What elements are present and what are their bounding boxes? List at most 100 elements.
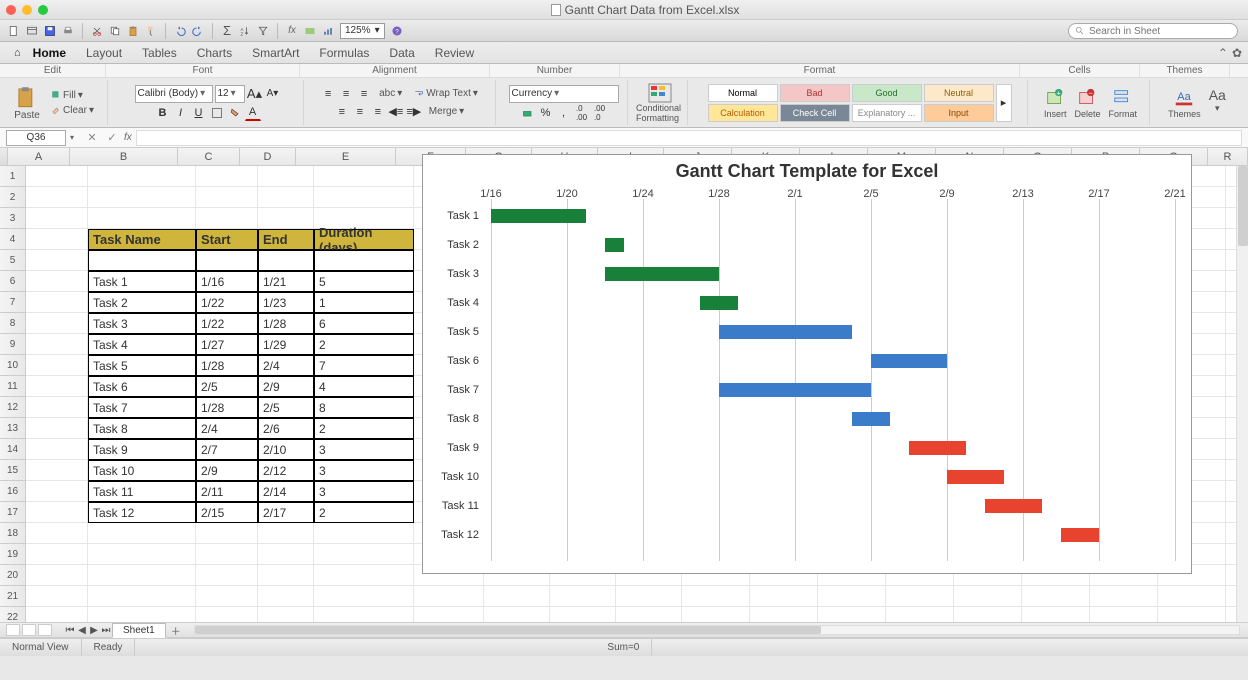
- decrease-font-icon[interactable]: A▾: [265, 86, 281, 102]
- wrap-text-button[interactable]: Wrap Text▾: [409, 86, 483, 101]
- row-header-16[interactable]: 16: [0, 481, 25, 502]
- table-cell[interactable]: 2: [314, 334, 414, 355]
- enter-formula-icon[interactable]: ✓: [104, 130, 120, 146]
- table-cell[interactable]: 1/22: [196, 292, 258, 313]
- style-good[interactable]: Good: [852, 84, 922, 102]
- row-header-22[interactable]: 22: [0, 607, 25, 622]
- table-cell[interactable]: 6: [314, 313, 414, 334]
- table-cell[interactable]: 1/28: [196, 397, 258, 418]
- tab-smartart[interactable]: SmartArt: [242, 42, 309, 64]
- table-cell[interactable]: 2/14: [258, 481, 314, 502]
- row-header-20[interactable]: 20: [0, 565, 25, 586]
- underline-button[interactable]: U: [191, 105, 207, 121]
- table-cell[interactable]: 2/5: [196, 376, 258, 397]
- borders-button[interactable]: [209, 105, 225, 121]
- row-header-21[interactable]: 21: [0, 586, 25, 607]
- table-cell[interactable]: 1/16: [196, 271, 258, 292]
- copy-icon[interactable]: [107, 23, 123, 39]
- search-box[interactable]: [1068, 23, 1238, 39]
- orientation-button[interactable]: abc▾: [374, 86, 407, 101]
- sheet-tab[interactable]: Sheet1: [112, 623, 166, 638]
- zoom-window-icon[interactable]: [38, 5, 48, 15]
- close-window-icon[interactable]: [6, 5, 16, 15]
- table-cell[interactable]: 1/27: [196, 334, 258, 355]
- table-cell[interactable]: Task 7: [88, 397, 196, 418]
- save-icon[interactable]: [42, 23, 58, 39]
- tab-review[interactable]: Review: [425, 42, 484, 64]
- table-cell[interactable]: 1/29: [258, 334, 314, 355]
- tab-data[interactable]: Data: [379, 42, 424, 64]
- filter-icon[interactable]: [255, 23, 271, 39]
- vertical-scrollbar[interactable]: [1236, 166, 1248, 622]
- tab-layout[interactable]: Layout: [76, 42, 132, 64]
- fx-icon[interactable]: fx: [124, 132, 132, 143]
- row-header-18[interactable]: 18: [0, 523, 25, 544]
- table-cell[interactable]: 2/7: [196, 439, 258, 460]
- align-left-icon[interactable]: ≡: [334, 104, 350, 120]
- row-header-13[interactable]: 13: [0, 418, 25, 439]
- style-explanatory-[interactable]: Explanatory ...: [852, 104, 922, 122]
- number-format-combo[interactable]: Currency▾: [509, 85, 619, 103]
- select-all-corner[interactable]: [0, 148, 8, 165]
- table-cell[interactable]: 5: [314, 271, 414, 292]
- table-cell[interactable]: 2/12: [258, 460, 314, 481]
- row-header-17[interactable]: 17: [0, 502, 25, 523]
- currency-button[interactable]: [520, 105, 536, 121]
- align-middle-icon[interactable]: ≡: [338, 86, 354, 102]
- style-check-cell[interactable]: Check Cell: [780, 104, 850, 122]
- row-header-6[interactable]: 6: [0, 271, 25, 292]
- table-cell[interactable]: Task 8: [88, 418, 196, 439]
- styles-more-icon[interactable]: ▸: [996, 84, 1012, 122]
- show-formulas-icon[interactable]: fx: [284, 23, 300, 39]
- font-color-button[interactable]: A: [245, 105, 261, 121]
- bold-button[interactable]: B: [155, 105, 171, 121]
- paste-icon[interactable]: [125, 23, 141, 39]
- table-cell[interactable]: Task 10: [88, 460, 196, 481]
- col-header-B[interactable]: B: [70, 148, 178, 165]
- tab-tables[interactable]: Tables: [132, 42, 187, 64]
- table-cell[interactable]: 2/9: [196, 460, 258, 481]
- table-cell[interactable]: 2/15: [196, 502, 258, 523]
- style-neutral[interactable]: Neutral: [924, 84, 994, 102]
- table-cell[interactable]: 3: [314, 460, 414, 481]
- redo-icon[interactable]: [190, 23, 206, 39]
- col-header-E[interactable]: E: [296, 148, 396, 165]
- name-box-dropdown-icon[interactable]: ▾: [70, 133, 74, 142]
- delete-cells-button[interactable]: −Delete: [1074, 87, 1100, 119]
- table-cell[interactable]: 2/4: [258, 355, 314, 376]
- table-cell[interactable]: Task 6: [88, 376, 196, 397]
- tab-home[interactable]: Home: [23, 42, 76, 64]
- autosum-icon[interactable]: Σ: [219, 23, 235, 39]
- table-cell[interactable]: 8: [314, 397, 414, 418]
- file-icon[interactable]: [6, 23, 22, 39]
- cell-styles-gallery[interactable]: NormalBadGoodNeutralCalculationCheck Cel…: [708, 84, 994, 122]
- col-header-A[interactable]: A: [8, 148, 70, 165]
- toggle-icon[interactable]: [302, 23, 318, 39]
- style-calculation[interactable]: Calculation: [708, 104, 778, 122]
- table-header[interactable]: Task Name: [88, 229, 196, 250]
- font-size-combo[interactable]: 12▾: [215, 85, 245, 103]
- increase-indent-icon[interactable]: ≡▶: [406, 104, 422, 120]
- table-cell[interactable]: Task 9: [88, 439, 196, 460]
- table-cell[interactable]: 1/22: [196, 313, 258, 334]
- name-box[interactable]: Q36: [6, 130, 66, 146]
- tab-charts[interactable]: Charts: [187, 42, 242, 64]
- chart-icon[interactable]: [320, 23, 336, 39]
- merge-button[interactable]: Merge▾: [424, 104, 469, 119]
- col-header-R[interactable]: R: [1208, 148, 1248, 165]
- row-header-9[interactable]: 9: [0, 334, 25, 355]
- align-center-icon[interactable]: ≡: [352, 104, 368, 120]
- tab-formulas[interactable]: Formulas: [309, 42, 379, 64]
- table-cell[interactable]: 1/28: [196, 355, 258, 376]
- table-cell[interactable]: Task 3: [88, 313, 196, 334]
- decrease-indent-icon[interactable]: ◀≡: [388, 104, 404, 120]
- table-header[interactable]: Start: [196, 229, 258, 250]
- insert-cells-button[interactable]: +Insert: [1044, 87, 1067, 119]
- table-cell[interactable]: 4: [314, 376, 414, 397]
- fill-color-button[interactable]: [227, 105, 243, 121]
- table-cell[interactable]: 1/21: [258, 271, 314, 292]
- percent-button[interactable]: %: [538, 105, 554, 121]
- format-painter-icon[interactable]: [143, 23, 159, 39]
- style-input[interactable]: Input: [924, 104, 994, 122]
- theme-fonts-button[interactable]: Aa▾: [1209, 87, 1226, 119]
